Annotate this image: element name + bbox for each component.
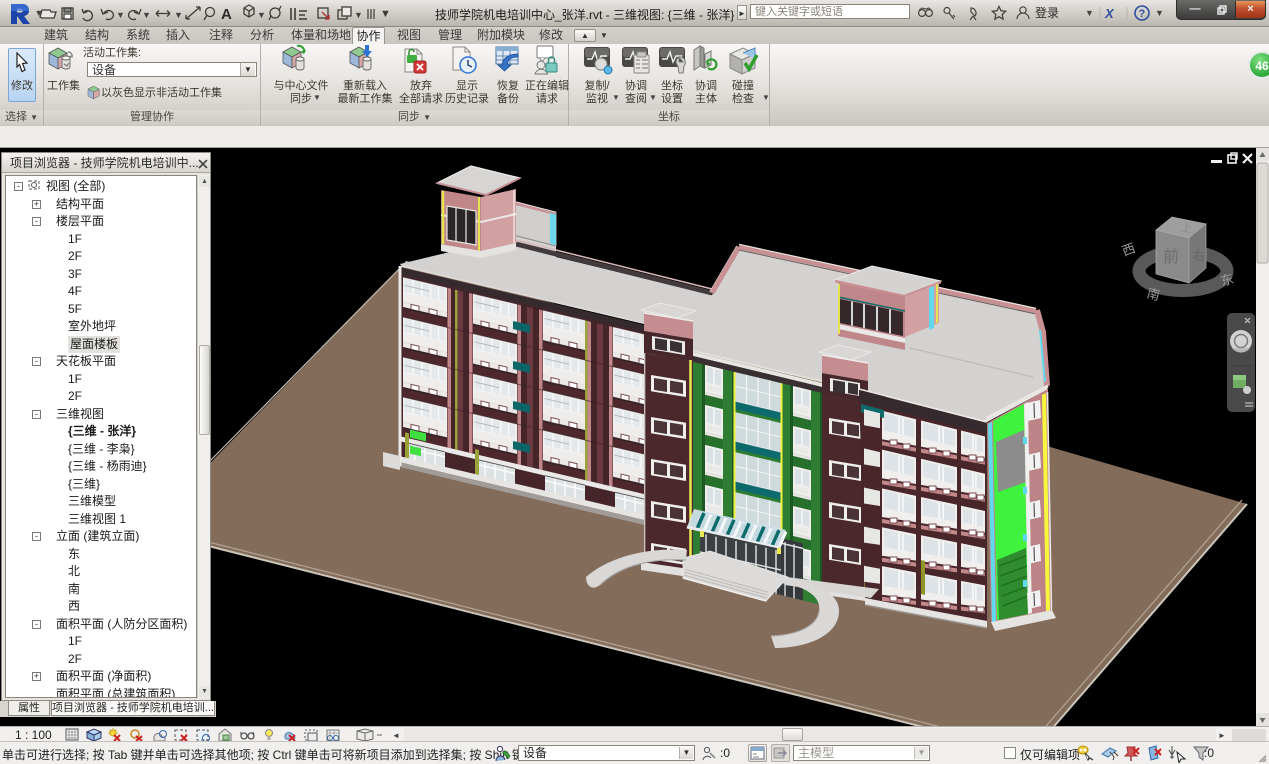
svg-text:▼: ▼ xyxy=(142,10,151,20)
svg-text:?: ? xyxy=(1139,8,1146,20)
svg-text:▼: ▼ xyxy=(313,93,321,102)
svg-text:▼: ▼ xyxy=(612,93,620,102)
svg-text:A: A xyxy=(221,6,232,23)
svg-text:▼: ▼ xyxy=(649,93,657,102)
svg-text:▼: ▼ xyxy=(174,10,183,20)
svg-text:▼: ▼ xyxy=(257,10,266,20)
svg-text:X: X xyxy=(1104,6,1115,21)
svg-text:▼: ▼ xyxy=(380,8,391,20)
svg-text:▼: ▼ xyxy=(1155,8,1164,18)
svg-text:右: 右 xyxy=(1193,248,1205,263)
svg-text:上: 上 xyxy=(1180,220,1194,236)
svg-text:▼: ▼ xyxy=(1085,8,1094,18)
svg-text:▼: ▼ xyxy=(354,10,363,20)
svg-text:登录: 登录 xyxy=(1035,5,1059,20)
svg-text:▼: ▼ xyxy=(762,93,770,102)
svg-text:前: 前 xyxy=(1163,248,1179,266)
svg-text:▼: ▼ xyxy=(116,10,125,20)
